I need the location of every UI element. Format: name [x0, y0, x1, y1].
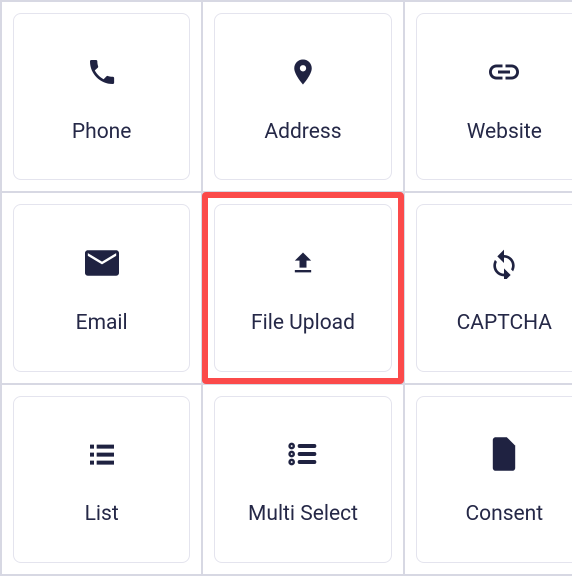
refresh-icon: [488, 241, 520, 285]
grid-cell: Website: [404, 1, 572, 192]
field-option-address[interactable]: Address: [214, 13, 391, 180]
grid-cell: List: [1, 384, 202, 575]
field-type-grid: Phone Address Website Email: [0, 0, 572, 576]
field-option-multi-select[interactable]: Multi Select: [214, 396, 391, 563]
field-option-consent[interactable]: Consent: [416, 396, 572, 563]
grid-cell: Multi Select: [202, 384, 403, 575]
field-label: CAPTCHA: [457, 311, 552, 335]
field-label: Website: [467, 120, 542, 144]
link-icon: [486, 50, 522, 94]
upload-icon: [289, 241, 317, 285]
list-icon: [86, 432, 118, 476]
mail-icon: [85, 241, 119, 285]
grid-cell: Phone: [1, 1, 202, 192]
field-option-phone[interactable]: Phone: [13, 13, 190, 180]
field-option-captcha[interactable]: CAPTCHA: [416, 204, 572, 371]
field-label: Address: [264, 120, 341, 144]
field-label: File Upload: [251, 311, 355, 335]
field-option-list[interactable]: List: [13, 396, 190, 563]
field-label: Phone: [72, 120, 132, 144]
grid-cell: Email: [1, 192, 202, 383]
field-label: Consent: [465, 502, 543, 526]
field-label: Multi Select: [248, 502, 358, 526]
map-pin-icon: [288, 50, 318, 94]
checklist-icon: [287, 432, 319, 476]
phone-icon: [86, 50, 118, 94]
grid-cell: CAPTCHA: [404, 192, 572, 383]
field-option-email[interactable]: Email: [13, 204, 190, 371]
grid-cell: Consent: [404, 384, 572, 575]
grid-cell: File Upload: [202, 192, 403, 383]
field-option-website[interactable]: Website: [416, 13, 572, 180]
grid-cell: Address: [202, 1, 403, 192]
field-label: List: [85, 502, 119, 526]
field-label: Email: [76, 311, 128, 335]
field-option-file-upload[interactable]: File Upload: [214, 204, 391, 371]
document-icon: [490, 432, 518, 476]
